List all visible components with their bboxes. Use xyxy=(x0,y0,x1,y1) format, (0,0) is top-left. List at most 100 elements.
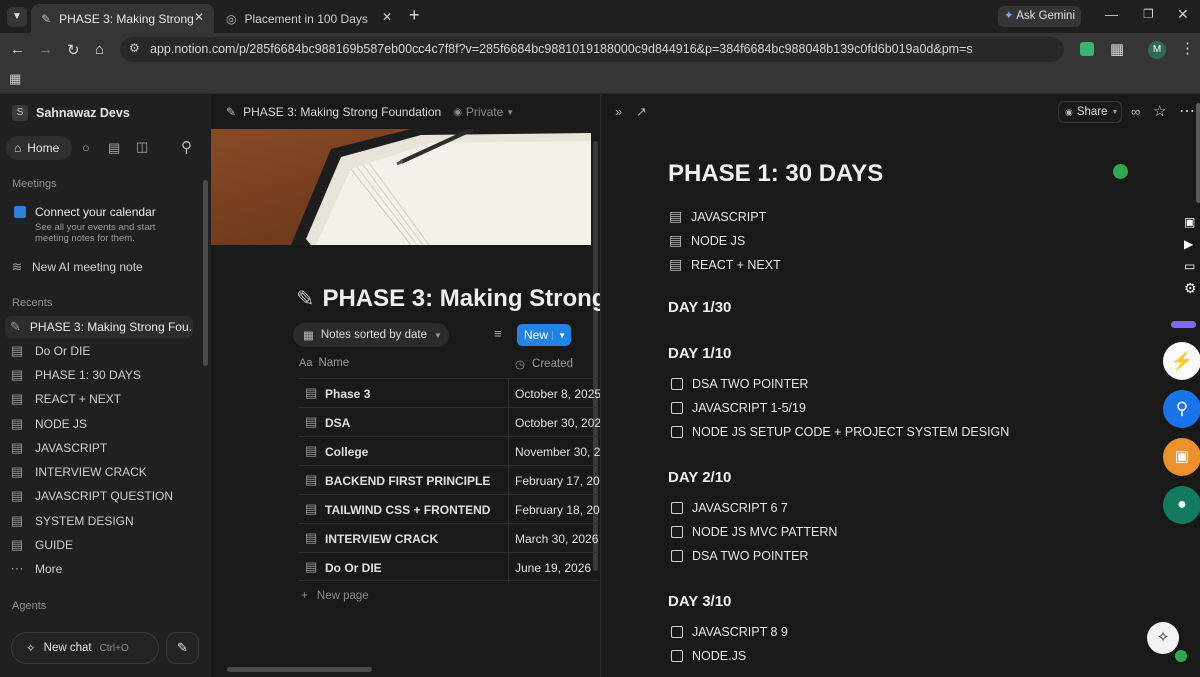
chat-icon[interactable]: ○ xyxy=(82,140,90,155)
tab-phase-3[interactable]: ✎ PHASE 3: Making Strong Found ✕ xyxy=(31,4,214,33)
checkbox[interactable] xyxy=(671,502,683,514)
checkbox[interactable] xyxy=(671,626,683,638)
checkbox[interactable] xyxy=(671,526,683,538)
notion-ai-button[interactable]: ✧ xyxy=(1147,622,1179,654)
cover-image[interactable] xyxy=(211,129,591,245)
tab-list-chevron-icon[interactable]: ▼ xyxy=(7,7,27,27)
home-icon[interactable]: ⌂ xyxy=(95,41,104,58)
subpage-link-javascript[interactable]: ▤ JAVASCRIPT xyxy=(669,208,766,225)
table-row[interactable]: ▤ Phase 3 October 8, 2025 xyxy=(299,378,600,408)
new-entry-button[interactable]: New ▼ xyxy=(517,324,571,346)
image-button[interactable]: ▣ xyxy=(1163,438,1200,476)
grammarly-icon[interactable] xyxy=(1113,164,1128,179)
todo-item[interactable]: DSA TWO POINTER xyxy=(671,549,808,563)
sidebar-more[interactable]: ⋯ More xyxy=(10,558,193,580)
view-selector[interactable]: ▦ Notes sorted by date ▼ xyxy=(293,323,449,347)
column-header-name[interactable]: Aa Name xyxy=(299,357,349,369)
more-options-icon[interactable]: ⋯ xyxy=(1179,101,1195,121)
table-row[interactable]: ▤ BACKEND FIRST PRINCIPLE February 17, 2… xyxy=(299,465,600,495)
meeting-notes-icon[interactable]: ▤ xyxy=(108,140,120,156)
todo-item[interactable]: JAVASCRIPT 6 7 xyxy=(671,501,788,515)
subpage-link-node-js[interactable]: ▤ NODE JS xyxy=(669,232,745,249)
ask-gemini-button[interactable]: ✦ Ask Gemini xyxy=(998,6,1081,27)
address-bar[interactable]: ⚙ app.notion.com/p/285f6684bc988169b587e… xyxy=(120,37,1064,62)
tab-placement[interactable]: ◎ Placement in 100 Days ✕ xyxy=(216,4,402,33)
back-icon[interactable]: ← xyxy=(10,41,25,58)
new-chevron-icon[interactable]: ▼ xyxy=(552,330,566,340)
new-page-row[interactable]: + New page xyxy=(301,590,369,602)
extension-green-icon[interactable] xyxy=(1080,42,1094,56)
peek-scrollbar[interactable] xyxy=(1196,103,1200,203)
sidebar-item-do-or-die[interactable]: ▤ Do Or DIE xyxy=(10,340,193,362)
sidebar-item-node-js[interactable]: ▤ NODE JS xyxy=(10,413,193,435)
sidebar-item-react-next[interactable]: ▤ REACT + NEXT xyxy=(10,388,193,410)
gemini-search-button[interactable]: ⚲ xyxy=(1163,390,1200,428)
sidebar-item-system-design[interactable]: ▤ SYSTEM DESIGN xyxy=(10,510,193,532)
window-capture-icon[interactable]: ▭ xyxy=(1184,259,1195,273)
column-header-created[interactable]: ◷ Created xyxy=(515,357,573,371)
close-peek-icon[interactable]: » xyxy=(615,104,622,119)
search-icon[interactable]: ⚲ xyxy=(181,138,192,156)
checkbox[interactable] xyxy=(671,402,683,414)
view-label: Notes sorted by date xyxy=(320,329,427,341)
breadcrumb[interactable]: ✎ PHASE 3: Making Strong Foundation ◉ Pr… xyxy=(226,105,514,119)
table-row[interactable]: ▤ TAILWIND CSS + FRONTEND February 18, 2… xyxy=(299,494,600,524)
todo-item[interactable]: NODE.JS xyxy=(671,649,746,663)
recents-section-title: Recents xyxy=(12,297,53,309)
table-row[interactable]: ▤ INTERVIEW CRACK March 30, 2026 xyxy=(299,523,599,553)
forward-icon[interactable]: → xyxy=(38,41,53,58)
checkbox[interactable] xyxy=(671,650,683,662)
todo-item[interactable]: DSA TWO POINTER xyxy=(671,377,808,391)
sidebar-scrollbar[interactable] xyxy=(203,180,208,366)
share-button[interactable]: ◉ Share ▼ xyxy=(1058,101,1122,123)
checkbox[interactable] xyxy=(671,426,683,438)
reload-icon[interactable]: ↻ xyxy=(67,41,80,59)
table-row[interactable]: ▤ DSA October 30, 2025 xyxy=(299,407,600,437)
todo-item[interactable]: JAVASCRIPT 1-5/19 xyxy=(671,401,806,415)
video-record-icon[interactable]: ▶ xyxy=(1184,237,1193,251)
connect-calendar-item[interactable]: Connect your calendar See all your event… xyxy=(14,205,194,244)
microphone-button[interactable]: ● xyxy=(1163,486,1200,524)
todo-item[interactable]: NODE JS SETUP CODE + PROJECT SYSTEM DESI… xyxy=(671,425,1009,439)
new-ai-meeting-note[interactable]: ≋ New AI meeting note xyxy=(10,256,193,278)
sidebar-item-phase-1[interactable]: ▤ PHASE 1: 30 DAYS xyxy=(10,364,193,386)
inbox-icon[interactable]: ◫ xyxy=(136,139,148,155)
close-window-icon[interactable]: ✕ xyxy=(1177,6,1189,23)
compose-button[interactable]: ✎ xyxy=(166,632,199,664)
new-tab-button[interactable]: + xyxy=(409,5,420,26)
table-row[interactable]: ▤ Do Or DIE June 19, 2026 xyxy=(299,552,599,582)
new-chat-button[interactable]: ✧ New chat Ctrl+O xyxy=(11,632,159,664)
sidebar-item-guide[interactable]: ▤ GUIDE xyxy=(10,534,193,556)
browser-menu-icon[interactable]: ⋮ xyxy=(1180,39,1195,57)
horizontal-scrollbar[interactable] xyxy=(227,667,372,672)
close-tab-icon[interactable]: ✕ xyxy=(382,10,392,24)
todo-item[interactable]: NODE JS MVC PATTERN xyxy=(671,525,837,539)
workspace-switcher[interactable]: S Sahnawaz Devs xyxy=(12,105,130,121)
site-info-icon[interactable]: ⚙ xyxy=(129,41,140,55)
filter-settings-icon[interactable]: ≡ xyxy=(494,326,502,341)
sidebar-item-interview-crack[interactable]: ▤ INTERVIEW CRACK xyxy=(10,461,193,483)
extensions-puzzle-icon[interactable]: ▦ xyxy=(1110,40,1124,58)
lightning-button[interactable]: ⚡ xyxy=(1163,342,1200,380)
apps-grid-icon[interactable]: ▦ xyxy=(9,71,21,87)
sidebar-item-javascript[interactable]: ▤ JAVASCRIPT xyxy=(10,437,193,459)
profile-avatar[interactable]: M xyxy=(1148,41,1166,59)
close-tab-icon[interactable]: ✕ xyxy=(194,10,204,24)
ai-face-icon: ✧ xyxy=(1156,629,1170,646)
extension-handle[interactable] xyxy=(1171,321,1196,328)
copy-link-icon[interactable]: ∞ xyxy=(1131,104,1140,119)
checkbox[interactable] xyxy=(671,378,683,390)
todo-item[interactable]: JAVASCRIPT 8 9 xyxy=(671,625,788,639)
expand-icon[interactable]: ↗ xyxy=(636,104,647,120)
favorite-star-icon[interactable]: ☆ xyxy=(1153,102,1166,120)
restore-icon[interactable]: ❐ xyxy=(1143,7,1154,21)
table-row[interactable]: ▤ College November 30, 2025 xyxy=(299,436,600,466)
checkbox[interactable] xyxy=(671,550,683,562)
minimize-icon[interactable]: — xyxy=(1105,7,1118,22)
home-button[interactable]: ⌂ Home xyxy=(6,136,72,160)
screenshot-camera-icon[interactable]: ▣ xyxy=(1184,215,1195,229)
subpage-link-react-next[interactable]: ▤ REACT + NEXT xyxy=(669,256,781,273)
settings-gear-icon[interactable]: ⚙ xyxy=(1184,280,1197,297)
sidebar-item-javascript-question[interactable]: ▤ JAVASCRIPT QUESTION xyxy=(10,485,193,507)
sidebar-item-phase-3[interactable]: ✎ PHASE 3: Making Strong Fou... xyxy=(5,316,193,338)
